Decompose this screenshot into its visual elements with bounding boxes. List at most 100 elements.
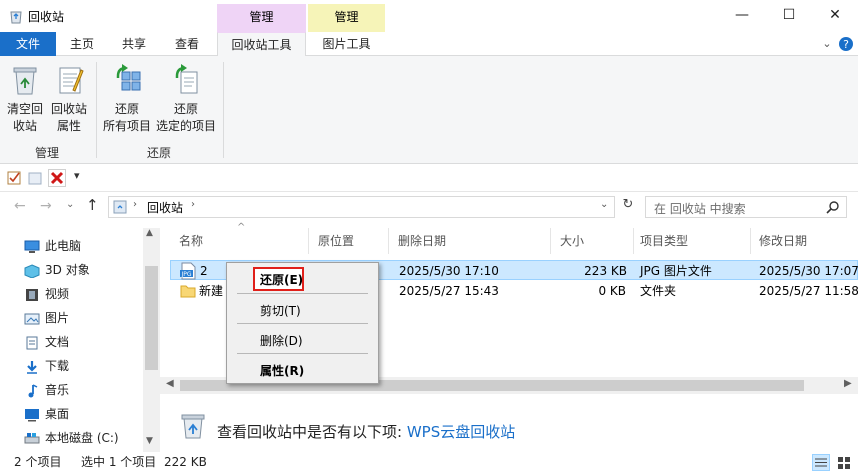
column-divider[interactable] — [550, 228, 551, 254]
menu-item-restore[interactable]: 还原(E) — [260, 271, 303, 288]
file-date-modified: 2025/5/30 17:07 — [759, 264, 858, 278]
restore-selected-button[interactable]: 还原 选定的项目 — [154, 62, 218, 135]
empty-bin-label-1: 清空回 — [6, 102, 43, 116]
status-selected-size: 222 KB — [164, 455, 207, 469]
picture-icon — [24, 313, 40, 324]
nav-label: 桌面 — [45, 407, 70, 421]
column-header-item-type[interactable]: 项目类型 — [640, 232, 688, 249]
restore-all-icon — [116, 64, 141, 91]
scroll-left-icon[interactable]: ◀ — [166, 378, 174, 389]
breadcrumb-chevron-icon[interactable]: › — [133, 199, 137, 210]
status-bar: 2 个项目 选中 1 个项目 222 KB — [0, 452, 858, 473]
search-box[interactable]: 在 回收站 中搜索 — [645, 196, 847, 218]
nav-item-documents[interactable]: 文档 — [24, 331, 69, 353]
menu-separator — [237, 293, 368, 294]
up-arrow-icon[interactable]: ↑ — [86, 196, 99, 214]
file-type: 文件夹 — [640, 284, 677, 298]
window-title: 回收站 — [28, 10, 65, 24]
column-header-original-location[interactable]: 原位置 — [318, 232, 354, 249]
tab-picture-tools[interactable]: 图片工具 — [308, 32, 385, 56]
file-date-modified: 2025/5/27 11:58 — [759, 284, 858, 298]
group-label-manage: 管理 — [35, 146, 60, 160]
menu-item-delete[interactable]: 删除(D) — [260, 332, 303, 349]
search-icon[interactable] — [826, 200, 840, 214]
banner-text: 查看回收站中是否有以下项: — [217, 423, 407, 441]
menu-separator — [237, 353, 368, 354]
menu-item-properties[interactable]: 属性(R) — [260, 362, 304, 379]
forward-arrow-icon[interactable]: → — [40, 198, 52, 214]
address-dropdown-icon[interactable]: ⌄ — [600, 199, 608, 210]
column-header-date-deleted[interactable]: 删除日期 — [398, 232, 446, 249]
nav-item-this-pc[interactable]: 此电脑 — [24, 235, 81, 257]
nav-label: 音乐 — [45, 383, 70, 397]
restore-selected-label-2: 选定的项目 — [155, 119, 216, 133]
breadcrumb-chevron-icon[interactable]: › — [191, 199, 195, 210]
breadcrumb-recycle-bin[interactable]: 回收站 — [147, 199, 183, 216]
tab-share[interactable]: 共享 — [112, 32, 156, 56]
column-header-date-modified[interactable]: 修改日期 — [759, 232, 807, 249]
wps-cloud-recycle-link[interactable]: WPS云盘回收站 — [407, 423, 515, 441]
nav-item-videos[interactable]: 视频 — [24, 283, 69, 305]
column-header-name[interactable]: 名称 — [179, 232, 203, 249]
tab-home[interactable]: 主页 — [60, 32, 104, 56]
tab-view[interactable]: 查看 — [165, 32, 209, 56]
customize-toolbar-icon[interactable]: ▾ — [74, 169, 80, 182]
back-arrow-icon[interactable]: ← — [14, 198, 26, 214]
banner-message: 查看回收站中是否有以下项: WPS云盘回收站 — [217, 421, 515, 442]
column-divider[interactable] — [750, 228, 751, 254]
address-bar[interactable]: › 回收站 › ⌄ — [108, 196, 615, 218]
details-view-icon[interactable] — [812, 454, 830, 471]
nav-item-local-disk-c[interactable]: 本地磁盘 (C:) — [24, 427, 119, 449]
column-divider[interactable] — [388, 228, 389, 254]
large-icons-view-icon[interactable] — [835, 454, 853, 471]
scroll-up-icon[interactable]: ▲ — [146, 228, 153, 238]
column-header-size[interactable]: 大小 — [560, 232, 584, 249]
desktop-icon — [25, 408, 39, 421]
nav-label: 文档 — [45, 335, 70, 349]
music-note-icon — [28, 383, 38, 397]
tab-recycle-bin-tools[interactable]: 回收站工具 — [217, 32, 306, 57]
nav-item-3d-objects[interactable]: 3D 对象 — [24, 259, 90, 281]
context-header-label-1: 管理 — [249, 10, 274, 24]
properties-check-icon[interactable] — [6, 170, 22, 186]
search-placeholder: 在 回收站 中搜索 — [654, 202, 746, 216]
collapse-ribbon-icon[interactable]: ⌄ — [818, 32, 836, 56]
file-date-deleted: 2025/5/27 15:43 — [399, 284, 499, 298]
nav-item-desktop[interactable]: 桌面 — [24, 403, 69, 425]
minimize-button[interactable]: — — [719, 0, 765, 30]
svg-text:?: ? — [843, 38, 849, 51]
delete-x-icon[interactable] — [48, 169, 66, 187]
ribbon-group-separator — [223, 62, 224, 158]
scroll-right-icon[interactable]: ▶ — [844, 378, 852, 389]
nav-item-pictures[interactable]: 图片 — [24, 307, 69, 329]
close-button[interactable]: ✕ — [812, 0, 858, 30]
refresh-icon[interactable]: ↻ — [618, 197, 638, 217]
properties-icon — [59, 67, 84, 94]
maximize-button[interactable]: ☐ — [766, 0, 812, 30]
nav-item-music[interactable]: 音乐 — [24, 379, 69, 401]
context-header-label-2: 管理 — [334, 10, 359, 24]
recycle-bin-title-icon — [10, 11, 22, 24]
restore-all-button[interactable]: 还原 所有项目 — [100, 62, 154, 135]
recent-locations-icon[interactable]: ⌄ — [66, 199, 74, 210]
restore-selected-label-1: 还原 — [173, 102, 198, 116]
tab-file[interactable]: 文件 — [0, 32, 56, 56]
properties-label-1: 回收站 — [50, 102, 87, 116]
recycle-bin-properties-button[interactable]: 回收站 属性 — [48, 62, 90, 135]
nav-scrollbar[interactable]: ▲ ▼ — [143, 228, 160, 452]
scroll-down-icon[interactable]: ▼ — [146, 436, 153, 446]
column-divider[interactable] — [308, 228, 309, 254]
menu-item-cut[interactable]: 剪切(T) — [260, 302, 301, 319]
nav-item-downloads[interactable]: 下载 — [24, 355, 69, 377]
cube-icon — [24, 263, 40, 278]
jpg-file-icon: JPG — [180, 262, 196, 280]
help-icon[interactable]: ? — [838, 36, 854, 52]
nav-label: 3D 对象 — [45, 263, 90, 277]
empty-recycle-bin-button[interactable]: 清空回 收站 — [2, 62, 48, 135]
new-folder-icon[interactable] — [27, 170, 43, 186]
nav-scroll-thumb[interactable] — [145, 266, 158, 370]
restore-selected-icon — [175, 64, 198, 94]
ribbon: 清空回 收站 回收站 属性 还原 所有项目 还原 选定的项目 管理 还原 — [0, 56, 858, 164]
column-divider[interactable] — [633, 228, 634, 254]
computer-icon — [24, 240, 40, 253]
